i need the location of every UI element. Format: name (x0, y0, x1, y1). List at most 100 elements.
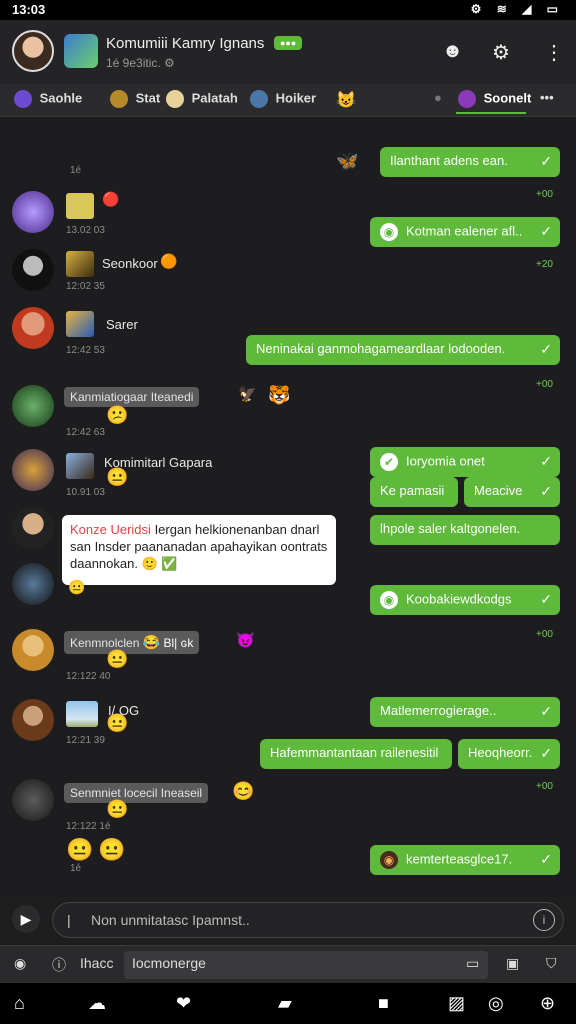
message-time: +00 (536, 379, 553, 390)
contact-avatar[interactable] (12, 385, 54, 427)
image-thumbnail[interactable] (66, 193, 94, 219)
message-text: Koobakiewdkodgs (406, 591, 512, 607)
tab-avatar-icon (458, 90, 476, 108)
info-icon[interactable]: ⓘ (52, 955, 66, 975)
check-icon: ✓ (540, 591, 552, 607)
message-text: Ioryomia onet (406, 453, 485, 469)
message-meta: 1é (70, 165, 82, 176)
sender-name[interactable]: Kenmnolclen 😂 Bl| ɢk (64, 631, 200, 654)
chat-header: Komumiii Kamry Ignans ●●● 1é 9e3itic. ⚙ … (0, 20, 576, 84)
image-thumbnail[interactable] (66, 701, 98, 727)
user-avatar[interactable] (12, 30, 54, 72)
play-icon[interactable]: ▶ (12, 905, 40, 933)
heart-icon[interactable]: ❤ (176, 993, 191, 1014)
tab-avatar-icon (14, 90, 32, 108)
quoted-message-card[interactable]: Konze Ueridsi Iergan helkionenanban dnar… (62, 515, 336, 585)
tab-label: Soonelt (483, 90, 532, 106)
outgoing-message[interactable]: Ilanthant adens ean. ✓ (380, 147, 560, 177)
message-time: +00 (536, 629, 553, 640)
tab-saohle[interactable]: Saohle (14, 90, 82, 108)
reaction-icon: 🐯 (268, 385, 291, 405)
sender-name[interactable]: Seonkoor (102, 256, 158, 271)
chat-area[interactable]: 1é 🦋 Ilanthant adens ean. ✓ +00 🔴 13.02 … (0, 117, 576, 897)
message-placeholder: Non unmitatasc Ipamnst.. (91, 912, 250, 928)
image-thumbnail[interactable] (66, 453, 94, 479)
globe-icon[interactable]: ⊕ (540, 993, 555, 1014)
outgoing-message[interactable]: Meacive ✓ (464, 477, 560, 507)
message-text: Neninakai ganmohagameardlaar lodooden. (256, 341, 506, 356)
folder-icon[interactable]: ▰ (278, 993, 292, 1014)
outgoing-message[interactable]: ◉ kemterteasglce17. ✓ (370, 845, 560, 875)
more-vertical-icon[interactable]: ⋮ (544, 40, 564, 65)
contact-avatar[interactable] (12, 629, 54, 671)
group-avatar[interactable] (64, 34, 98, 68)
outgoing-message[interactable]: ✔ Ioryomia onet ✓ (370, 447, 560, 477)
tab-dot-icon: ● (434, 90, 442, 105)
sticker-icon: 🦋 (336, 151, 359, 171)
cloud-icon[interactable]: ☁ (88, 993, 106, 1014)
tab-hoiker[interactable]: Hoiker (250, 90, 316, 108)
contact-avatar[interactable] (12, 779, 54, 821)
sender-name[interactable]: Kanmiatiogaar Iteanedi (64, 387, 200, 407)
outgoing-message[interactable]: Matlemerrogierage.. ✓ (370, 697, 560, 727)
home-icon[interactable]: ⌂ (14, 993, 25, 1014)
outgoing-message[interactable]: Neninakai ganmohagameardlaar lodooden. ✓ (246, 335, 560, 365)
photo-icon[interactable]: ▣ (506, 955, 519, 972)
tabs-more-icon[interactable]: ••• (540, 90, 554, 105)
group-title[interactable]: Komumiii Kamry Ignans (106, 35, 264, 52)
camera-icon[interactable]: ◉ (14, 955, 26, 972)
outgoing-message[interactable]: lhpole saler kaltgonelen. (370, 515, 560, 545)
message-text: Ilanthant adens ean. (390, 153, 508, 168)
contact-avatar[interactable] (12, 563, 54, 605)
check-icon: ✓ (540, 153, 552, 169)
sender-tag: Bl| ɢk (163, 636, 194, 650)
tab-soonelt[interactable]: Soonelt (458, 90, 531, 108)
contact-avatar[interactable] (12, 449, 54, 491)
tools-bar: ◉ ⓘ Ihacc Iocmonerge ▭ ▣ ⛉ (0, 945, 576, 984)
outgoing-message[interactable]: Hafemmantantaan railenesitil (260, 739, 452, 769)
info-icon[interactable]: i (533, 909, 555, 931)
tag-icon: ◉ (380, 851, 398, 869)
text-cursor: | (67, 912, 71, 928)
image-thumbnail[interactable] (66, 311, 94, 337)
square-icon[interactable]: ■ (378, 993, 389, 1014)
sender-name[interactable]: Sarer (106, 317, 138, 332)
emoji-icon: 😂 (142, 634, 161, 650)
reaction-icon: 🦅 (238, 386, 257, 403)
quote-highlight: Konze Ueridsi (70, 522, 151, 537)
check-icon: ✓ (540, 453, 552, 469)
emoji-icon: 😐 (106, 467, 129, 487)
sender-name[interactable]: Senmniet locecil Ineaseil (64, 783, 209, 803)
tab-palatah[interactable]: Palatah (166, 90, 238, 108)
contact-avatar[interactable] (12, 191, 54, 233)
message-meta: 12:02 35 (66, 281, 105, 292)
check-icon: ✓ (540, 745, 552, 761)
emoji-icon: 😕 (106, 405, 129, 425)
tab-emoji-icon[interactable]: 😺 (336, 90, 356, 110)
people-icon[interactable]: ☻ (442, 40, 463, 63)
reaction-icon: 😊 (232, 781, 255, 801)
image-thumbnail[interactable] (66, 251, 94, 277)
reaction-icon: 🔴 (102, 191, 120, 207)
contact-avatar[interactable] (12, 307, 54, 349)
outgoing-message[interactable]: ◉ Kotman ealener afl.. ✓ (370, 217, 560, 247)
message-text: Meacive (474, 483, 523, 498)
image-icon[interactable]: ▨ (448, 993, 465, 1014)
shield-icon[interactable]: ⛉ (546, 955, 557, 972)
contact-avatar[interactable] (12, 249, 54, 291)
message-input[interactable]: | Non unmitatasc Ipamnst.. i (52, 902, 564, 938)
outgoing-message[interactable]: ◉ Koobakiewdkodgs ✓ (370, 585, 560, 615)
settings-icon[interactable]: ⚙ (492, 40, 510, 65)
outgoing-message[interactable]: Heoqheorr. ✓ (458, 739, 560, 769)
tools-input[interactable]: Iocmonerge (124, 951, 488, 979)
emoji-icon: 😐 (106, 713, 129, 733)
check-icon: ✓ (540, 223, 552, 239)
message-meta: 13.02 03 (66, 225, 105, 236)
tab-stat[interactable]: Stat (110, 90, 160, 108)
contact-avatar[interactable] (12, 699, 54, 741)
contact-avatar[interactable] (12, 507, 54, 549)
outgoing-message[interactable]: Ke pamasii (370, 477, 458, 507)
message-meta: 12:21 39 (66, 735, 105, 746)
game-icon[interactable]: ◎ (488, 993, 504, 1014)
chat-icon[interactable]: ▭ (466, 955, 479, 972)
